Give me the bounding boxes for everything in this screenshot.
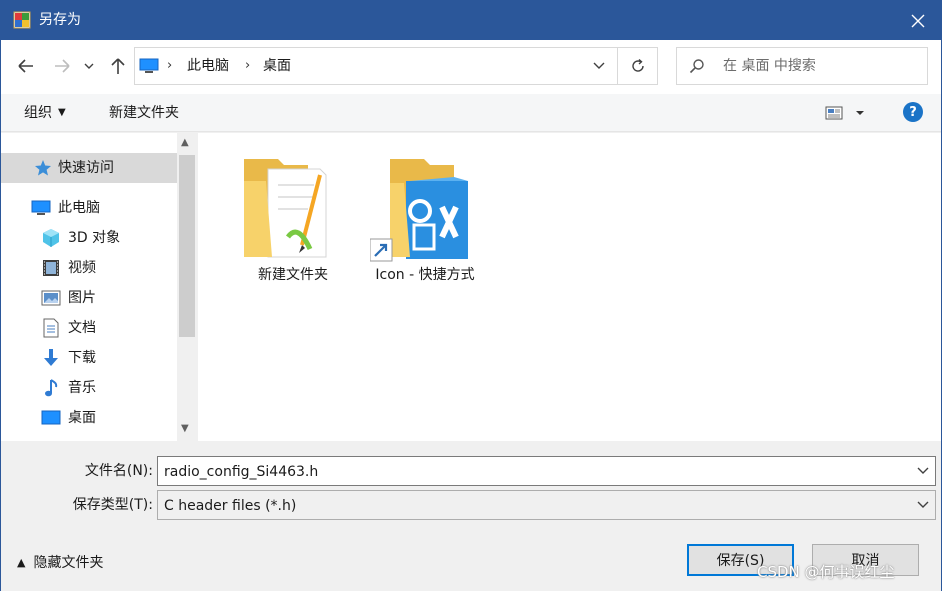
refresh-icon [631,58,644,72]
3d-objects-icon [41,228,61,248]
quick-access-star-icon [33,158,53,178]
new-folder-button[interactable]: 新建文件夹 [109,103,179,123]
address-history-dropdown[interactable] [583,48,615,84]
scrollbar-thumb[interactable] [179,155,195,337]
organize-label: 组织 [24,105,52,121]
filetype-label: 保存类型(T): [72,497,153,513]
this-pc-icon [31,198,51,218]
chevron-down-icon [917,501,929,508]
sidebar-item-desktop[interactable]: 桌面 [1,403,177,433]
address-row: › 此电脑 › 桌面 [1,40,941,94]
chevron-down-icon [593,62,605,69]
file-item[interactable]: Icon - 快捷方式 [370,153,480,289]
scroll-down-icon[interactable]: ▼ [181,423,189,434]
arrow-up-icon [111,58,125,74]
this-pc-icon [139,58,159,73]
sidebar-item-videos[interactable]: 视频 [1,253,177,283]
breadcrumb[interactable]: › 此电脑 › 桌面 [134,47,658,85]
sidebar-item-label: 快速访问 [58,160,114,176]
sidebar-item-3d-objects[interactable]: 3D 对象 [1,223,177,253]
refresh-button[interactable] [617,48,657,84]
file-name: Icon - 快捷方式 [375,267,475,283]
file-view: 新建文件夹 Icon - 快捷方式 [198,133,941,441]
sidebar-item-quick-access[interactable]: 快速访问 [1,153,177,183]
sidebar-item-label: 图片 [68,290,96,306]
save-as-dialog: 另存为 › 此电脑 › 桌面 在 桌面 中搜索 组织 ▼ 新建文件夹 ? 快速访… [0,0,942,591]
up-folder-button[interactable] [105,53,131,79]
close-button[interactable] [895,1,941,40]
help-button[interactable]: ? [903,102,923,122]
pictures-icon [41,288,61,308]
view-options-icon [825,106,864,120]
folder-with-document-icon [244,159,327,258]
videos-icon [41,258,61,278]
navigation-pane: 快速访问 此电脑 3D 对象 视频 图片 文档 下载 音乐 桌面 ▲ ▼ [1,133,197,441]
title-bar: 另存为 [1,1,941,40]
sidebar-item-music[interactable]: 音乐 [1,373,177,403]
filename-field[interactable]: radio_config_Si4463.h [157,456,936,486]
chevron-down-icon[interactable] [917,465,929,477]
file-item[interactable]: 新建文件夹 [238,153,348,289]
dialog-title: 另存为 [39,12,81,28]
back-button[interactable] [13,53,39,79]
sidebar-item-label: 桌面 [68,410,96,426]
toolbar: 组织 ▼ 新建文件夹 [1,94,941,132]
documents-icon [41,318,61,338]
breadcrumb-separator: › [167,58,173,73]
sidebar-item-documents[interactable]: 文档 [1,313,177,343]
close-icon [911,14,925,27]
filetype-select[interactable]: C header files (*.h) [157,490,936,520]
sidebar-item-label: 文档 [68,320,96,336]
save-as-app-icon [13,11,31,29]
sidebar-item-label: 音乐 [68,380,96,396]
forward-button[interactable] [49,53,75,79]
sidebar-item-label: 下载 [68,350,96,366]
organize-button[interactable]: 组织 ▼ [24,103,66,123]
sidebar-item-pictures[interactable]: 图片 [1,283,177,313]
downloads-icon [41,348,61,368]
music-icon [41,378,61,398]
change-view-button[interactable] [825,104,869,122]
filetype-value: C header files (*.h) [164,498,297,514]
nav-pane-scrollbar[interactable]: ▲ ▼ [177,133,197,441]
search-icon [689,59,704,74]
filename-value[interactable]: radio_config_Si4463.h [164,462,318,482]
hide-folders-label: 隐藏文件夹 [33,555,104,571]
file-name: 新建文件夹 [258,267,328,283]
folder-shortcut-icon [370,159,468,262]
desktop-icon [41,408,61,428]
sidebar-item-label: 3D 对象 [68,230,121,246]
breadcrumb-item-desktop[interactable]: 桌面 [263,56,291,76]
sidebar-item-label: 视频 [68,260,96,276]
arrow-left-icon [18,59,33,73]
sidebar-item-this-pc[interactable]: 此电脑 [1,193,177,223]
filename-label: 文件名(N): [84,463,153,479]
search-box[interactable] [676,47,928,85]
breadcrumb-item-this-pc[interactable]: 此电脑 [187,56,229,76]
chevron-up-icon: ▲ [17,556,26,569]
search-input[interactable] [723,56,919,76]
recent-locations-button[interactable] [79,53,99,79]
sidebar-item-downloads[interactable]: 下载 [1,343,177,373]
sidebar-item-label: 此电脑 [58,200,100,216]
scroll-up-icon[interactable]: ▲ [181,137,189,148]
arrow-right-icon [55,59,70,73]
help-icon: ? [909,104,917,120]
hide-folders-toggle[interactable]: ▲ 隐藏文件夹 [17,553,103,573]
caret-down-icon: ▼ [58,107,66,118]
breadcrumb-separator: › [245,58,251,73]
watermark: CSDN @何事误红尘 [757,563,895,581]
chevron-down-icon [84,63,94,69]
